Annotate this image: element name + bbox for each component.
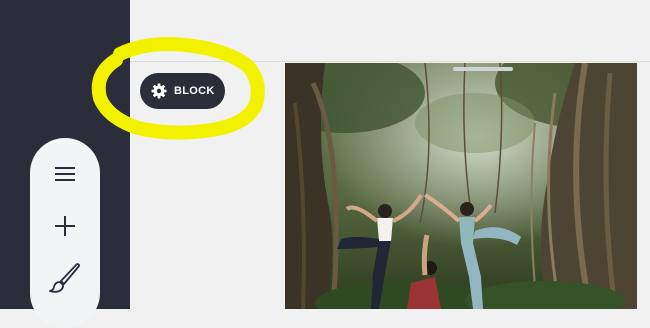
image-block[interactable] — [285, 63, 637, 309]
block-button-label: BLOCK — [174, 85, 215, 97]
add-button[interactable] — [45, 208, 85, 244]
plus-icon — [55, 216, 75, 236]
top-divider — [130, 61, 650, 62]
style-button[interactable] — [45, 260, 85, 296]
gear-icon — [151, 83, 167, 99]
image-drag-handle[interactable] — [453, 67, 513, 71]
menu-button[interactable] — [45, 156, 85, 192]
paintbrush-icon — [49, 263, 80, 293]
block-settings-button[interactable]: BLOCK — [140, 73, 225, 109]
hamburger-menu-icon — [55, 167, 75, 181]
editor-toolbar — [30, 138, 100, 328]
yoga-forest-photo — [285, 63, 637, 309]
